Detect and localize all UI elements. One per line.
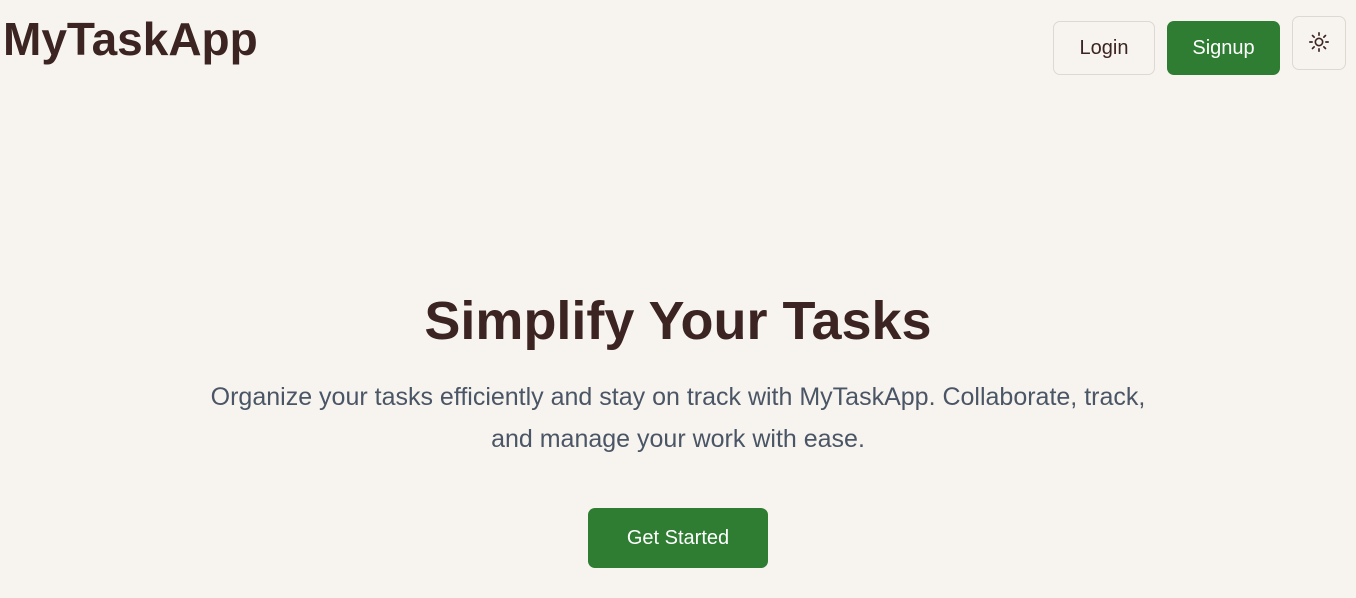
hero-subtitle: Organize your tasks efficiently and stay… bbox=[210, 383, 1146, 453]
header-nav: Login Signup bbox=[1053, 16, 1346, 75]
get-started-button[interactable]: Get Started bbox=[588, 508, 768, 568]
hero-title: Simplify Your Tasks bbox=[424, 291, 932, 351]
app-logo[interactable]: MyTaskApp bbox=[3, 16, 258, 62]
theme-toggle-button[interactable] bbox=[1292, 16, 1346, 70]
signup-button[interactable]: Signup bbox=[1167, 21, 1280, 75]
sun-icon bbox=[1308, 31, 1330, 56]
page: MyTaskApp Login Signup Simplify Your Tas… bbox=[0, 0, 1356, 598]
hero-section: Simplify Your Tasks Organize your tasks … bbox=[0, 290, 1356, 568]
login-button[interactable]: Login bbox=[1053, 21, 1155, 75]
